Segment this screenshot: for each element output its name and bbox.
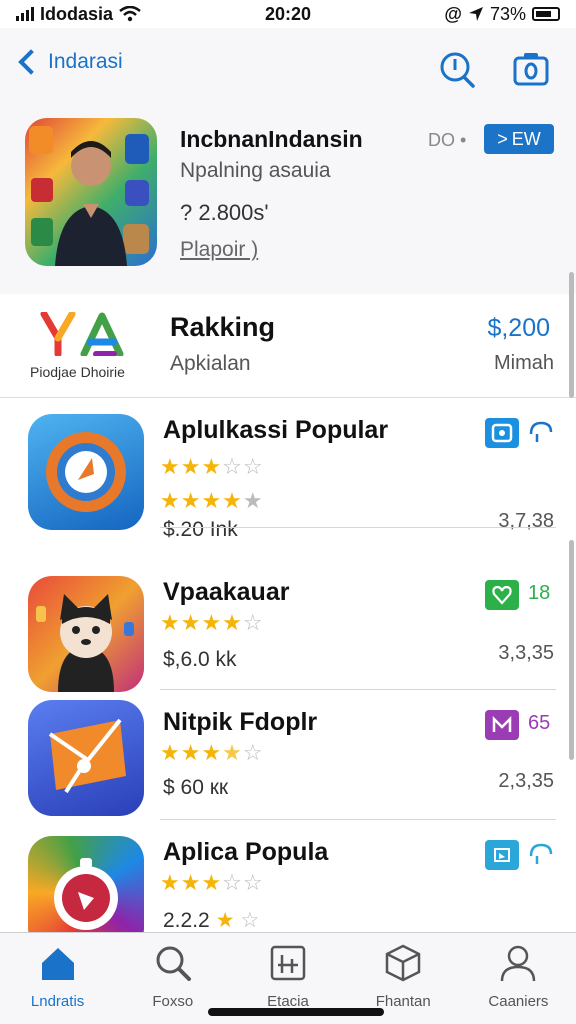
location-icon: [468, 7, 483, 21]
app-price: $,6.0 kk: [163, 648, 237, 671]
app-icon: [28, 700, 144, 816]
rating-stars: ★★★☆☆: [160, 454, 264, 479]
wifi-icon: [119, 6, 141, 22]
person-icon: [501, 945, 536, 982]
back-button-label: Indarasi: [48, 50, 123, 73]
app-icon: [28, 836, 144, 932]
ranking-title: Rakking: [170, 312, 276, 342]
tab-account[interactable]: Caaniers: [461, 933, 576, 1024]
chart-icon: [270, 945, 306, 981]
view-button-label: EW: [511, 128, 541, 149]
row-divider: [160, 527, 556, 528]
app-meta: 2,3,35: [498, 770, 554, 792]
featured-app-subtitle: Npalning asauia: [180, 159, 331, 182]
brand-logo-label: Piodjae Dhoirie: [30, 364, 125, 380]
home-icon: [41, 948, 74, 980]
tab-home[interactable]: Lndratis: [0, 933, 115, 1024]
alarm-icon: @: [444, 3, 462, 24]
app-price: $.20 Ink: [163, 518, 238, 541]
search-icon: [156, 946, 191, 981]
chat-icon[interactable]: [528, 420, 554, 444]
ranking-price: $,200: [487, 314, 550, 342]
app-tag: 18: [528, 582, 551, 604]
chevron-right-icon: >: [497, 128, 508, 149]
app-badge[interactable]: [485, 418, 519, 448]
list-item[interactable]: Aplulkassi Popular ★★★☆☆ ★★★★★ $.20 Ink …: [0, 398, 576, 541]
app-icon: [28, 414, 144, 530]
app-badge[interactable]: [485, 840, 519, 870]
featured-app-indicator: DO •: [428, 130, 467, 150]
app-title: Vpaakauar: [163, 578, 290, 606]
scrollbar[interactable]: [569, 540, 574, 760]
star-icon: ★: [215, 909, 235, 932]
app-price-group: 2.2.2 ★ ☆: [163, 908, 260, 933]
ranking-card[interactable]: Piodjae Dhoirie Rakking Apkialan $,200 M…: [0, 294, 576, 398]
ranking-meta: Mimah: [493, 352, 554, 374]
app-price: 2.2.2: [163, 908, 210, 932]
status-bar: Idodasia 20:20 @ 73%: [0, 0, 576, 28]
app-title: Nitpik Fdoplr: [163, 708, 318, 736]
battery-icon: [532, 7, 560, 21]
list-item[interactable]: Aplica Popula ★★★☆☆ 2.2.2 ★ ☆: [0, 820, 576, 932]
list-item[interactable]: Nitpik Fdoplr ★★★★☆ $ 60 кк 2,3,35 65: [0, 690, 576, 820]
battery-percent: 73%: [489, 3, 526, 24]
camera-icon[interactable]: [512, 50, 550, 88]
featured-app-image[interactable]: [25, 118, 157, 266]
star-outline-icon: ☆: [240, 909, 260, 932]
app-meta: 3,3,35: [498, 642, 554, 664]
featured-app-header: IncbnanIndansin Npalning asauia ? 2.800s…: [0, 112, 576, 294]
app-title: Aplica Popula: [163, 838, 329, 866]
app-title: Aplulkassi Popular: [163, 416, 389, 444]
tab-label: Foxso: [152, 993, 194, 1010]
app-meta: 3,7,38: [498, 510, 554, 532]
rating-stars-secondary: ★★★★★: [160, 488, 264, 513]
featured-app-downloads: ? 2.800s': [180, 200, 269, 225]
search-icon[interactable]: [438, 50, 476, 88]
brand-logo-icon: [40, 312, 124, 356]
rating-stars: ★★★★☆: [160, 740, 264, 765]
featured-app-title: IncbnanIndansin: [180, 126, 363, 152]
rating-stars: ★★★☆☆: [160, 870, 264, 895]
app-tag: 65: [528, 712, 551, 734]
signal-icon: [16, 7, 34, 21]
tab-label: Caaniers: [488, 993, 549, 1010]
ranking-subtitle: Apkialan: [170, 352, 251, 375]
chat-icon[interactable]: [528, 842, 554, 866]
tab-label: Fhantan: [375, 993, 431, 1010]
carrier-label: Idodasia: [40, 3, 114, 24]
back-button[interactable]: Indarasi: [16, 49, 123, 75]
app-badge[interactable]: [485, 580, 519, 610]
popular-apps-list: Aplulkassi Popular ★★★☆☆ ★★★★★ $.20 Ink …: [0, 398, 576, 932]
app-badge[interactable]: [485, 710, 519, 740]
app-price: $ 60 кк: [163, 776, 229, 799]
featured-app-link[interactable]: Plapoir ): [180, 238, 258, 262]
view-button[interactable]: > EW: [484, 124, 554, 154]
tab-label: Lndratis: [30, 993, 85, 1010]
rating-stars: ★★★★☆: [160, 610, 264, 635]
home-indicator[interactable]: [208, 1008, 384, 1016]
list-item[interactable]: Vpaakauar ★★★★☆ $,6.0 kk 3,3,35 18: [0, 560, 576, 692]
box-icon: [385, 944, 421, 982]
navigation-bar: Indarasi: [0, 28, 576, 112]
status-time: 20:20: [264, 3, 312, 24]
app-icon: [28, 576, 144, 692]
chevron-left-icon: [18, 49, 44, 75]
scrollbar-top[interactable]: [569, 272, 574, 398]
